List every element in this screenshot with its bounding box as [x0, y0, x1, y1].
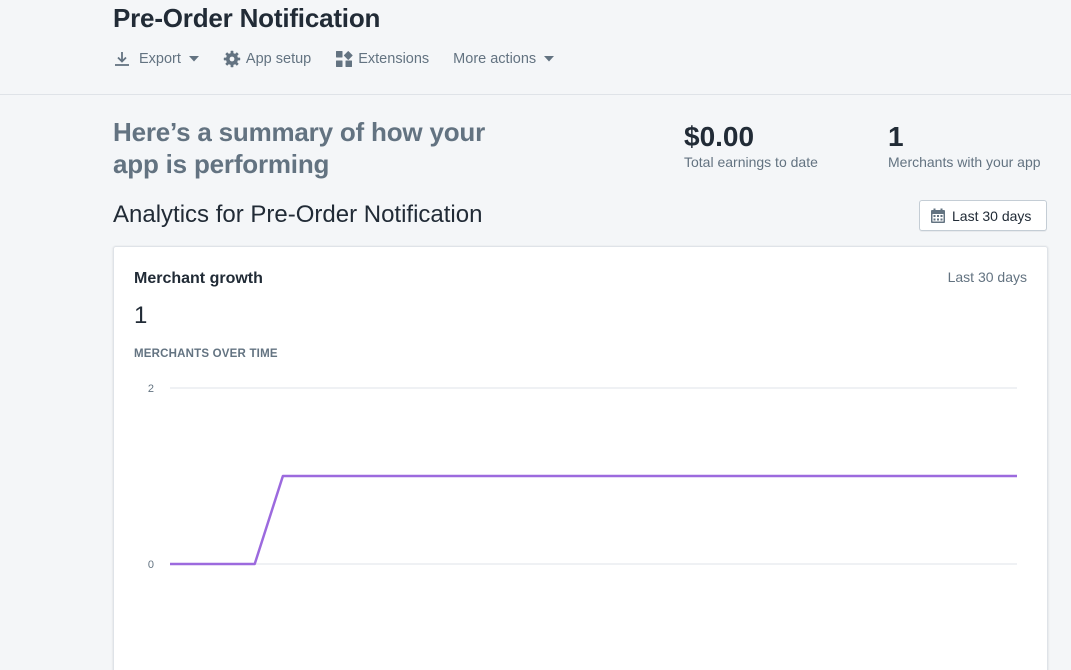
export-button[interactable]: Export: [113, 47, 199, 71]
card-range: Last 30 days: [947, 269, 1027, 285]
earnings-label: Total earnings to date: [684, 154, 818, 170]
card-title: Merchant growth: [134, 270, 263, 287]
y-tick-label: 0: [148, 559, 154, 571]
summary-heading: Here’s a summary of how your app is perf…: [113, 117, 485, 179]
y-tick-label: 2: [148, 383, 154, 395]
merchant-growth-card: Merchant growth Last 30 days 1 MERCHANTS…: [113, 246, 1048, 670]
merchants-over-time-chart: 02: [148, 383, 1017, 571]
extensions-icon: [335, 50, 353, 68]
date-range-button[interactable]: Last 30 days: [919, 200, 1047, 231]
date-range-label: Last 30 days: [952, 207, 1032, 224]
export-label: Export: [139, 51, 181, 67]
more-actions-label: More actions: [453, 51, 537, 67]
card-value: 1: [134, 302, 148, 329]
extensions-label: Extensions: [358, 51, 430, 67]
earnings-stat: $0.00 Total earnings to date: [684, 121, 818, 170]
page-header: Pre-Order Notification Export App setup …: [0, 0, 1071, 95]
app-analytics-page: Pre-Order Notification Export App setup …: [0, 0, 1071, 670]
gear-icon: [223, 50, 241, 68]
caret-down-icon: [544, 56, 555, 62]
calendar-icon: [930, 208, 946, 224]
chart-subtitle: MERCHANTS OVER TIME: [134, 348, 278, 360]
extensions-button[interactable]: Extensions: [335, 47, 429, 71]
download-icon: [113, 50, 131, 68]
merchants-label: Merchants with your app: [888, 154, 1041, 170]
analytics-heading: Analytics for Pre-Order Notification: [113, 201, 483, 228]
app-setup-label: App setup: [245, 51, 312, 67]
header-actions: Export App setup Extensions More actions: [113, 47, 578, 71]
merchants-value: 1: [888, 121, 904, 152]
merchants-stat: 1 Merchants with your app: [888, 121, 1041, 170]
merchants-series-line: [170, 474, 1017, 566]
more-actions-button[interactable]: More actions: [453, 47, 555, 71]
earnings-value: $0.00: [684, 121, 755, 152]
page-title: Pre-Order Notification: [113, 3, 381, 33]
app-setup-button[interactable]: App setup: [223, 47, 311, 71]
caret-down-icon: [188, 56, 199, 62]
